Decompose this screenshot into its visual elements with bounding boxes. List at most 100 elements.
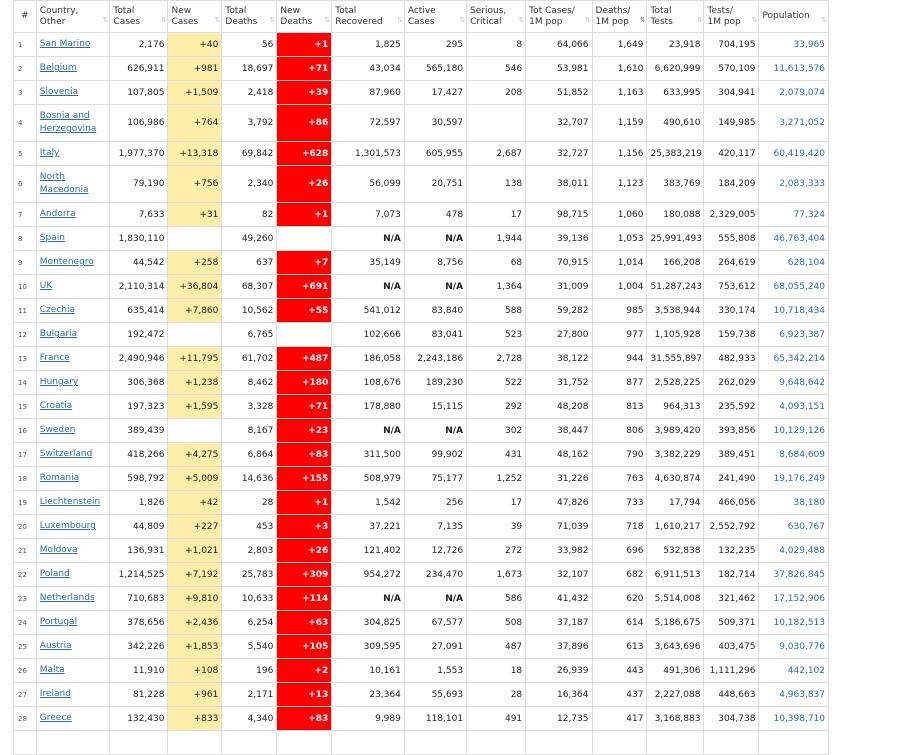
cell-total-cases — [109, 730, 169, 755]
cell-total-recovered: N/A — [331, 586, 405, 611]
country-link[interactable]: Andorra — [40, 209, 76, 219]
cell-serious — [466, 730, 527, 755]
country-link[interactable]: Slovenia — [40, 87, 78, 97]
country-link[interactable]: Montenegro — [40, 257, 94, 267]
cell-tests-per-m: 235,592 — [703, 394, 760, 419]
country-link[interactable]: Romania — [40, 473, 79, 483]
header-label: # — [21, 11, 29, 21]
sort-arrows-icon[interactable]: ⇅ — [269, 15, 275, 26]
header-new-deaths[interactable]: New Deaths ⇅ — [276, 0, 333, 33]
header-active-cases[interactable]: Active Cases ⇅ — [403, 0, 468, 33]
country-link[interactable]: Belgium — [40, 63, 77, 73]
table-row: 19 Liechtenstein 1,826 +42 28 +1 1,542 256 17 47,… — [13, 490, 829, 515]
header-tests-per-m[interactable]: Tests/1M pop ⇅ — [703, 0, 760, 33]
cell-country: Ireland — [35, 682, 111, 707]
cell-serious: 522 — [466, 370, 527, 395]
cell-country: Bulgaria — [35, 322, 111, 347]
country-link[interactable]: Switzerland — [40, 449, 93, 459]
cell-total-tests: 383,769 — [646, 165, 705, 203]
header-serious[interactable]: Serious, Critical ⇅ — [466, 0, 527, 33]
cell-country: Greece — [35, 706, 111, 731]
cell-tests-per-m: 753,612 — [703, 274, 760, 299]
sort-arrows-icon[interactable]: ⇅ — [324, 15, 330, 26]
country-link[interactable]: Greece — [40, 713, 72, 723]
cell-cases-per-m: 38,011 — [525, 165, 593, 203]
header-rank[interactable]: # — [13, 0, 37, 33]
header-total-tests[interactable]: Total Tests ⇅ — [646, 0, 705, 33]
country-link[interactable]: Sweden — [40, 425, 76, 435]
country-link[interactable]: San Marino — [40, 39, 90, 49]
country-link[interactable]: Liechtenstein — [40, 497, 100, 507]
header-row: # Country, Other ⇅ Total Cases ⇅ New Cases ⇅ Total… — [13, 0, 829, 33]
country-link[interactable]: Bosnia and Herzegovina — [40, 111, 97, 134]
country-link[interactable]: Austria — [40, 641, 72, 651]
cell-population: 33,965 — [758, 32, 829, 57]
cell-total-tests — [646, 730, 705, 755]
country-link[interactable]: Poland — [40, 569, 70, 579]
cell-new-cases: +108 — [167, 658, 223, 683]
cell-country: Romania — [35, 466, 111, 491]
country-link[interactable]: Spain — [40, 233, 65, 243]
header-total-recovered[interactable]: Total Recovered ⇅ — [331, 0, 405, 33]
country-link[interactable]: North Macedonia — [40, 172, 89, 195]
cell-population: 17,152,906 — [758, 586, 829, 611]
cell-cases-per-m: 27,800 — [525, 322, 593, 347]
sort-arrows-icon[interactable]: ⇅ — [397, 15, 403, 26]
country-link[interactable]: France — [40, 353, 70, 363]
country-link[interactable]: Ireland — [40, 689, 71, 699]
country-link[interactable]: Hungary — [40, 377, 78, 387]
sort-arrows-icon[interactable]: ⇅ — [518, 15, 524, 26]
cell-total-recovered: 56,099 — [331, 165, 405, 203]
header-total-cases[interactable]: Total Cases ⇅ — [109, 0, 169, 33]
header-country[interactable]: Country, Other ⇅ — [35, 0, 111, 33]
cell-deaths-per-m: 813 — [591, 394, 648, 419]
sort-arrows-icon[interactable]: ⇅ — [161, 15, 167, 26]
cell-serious: 208 — [466, 80, 527, 105]
cell-new-cases: +981 — [167, 56, 223, 81]
header-label-line: Total — [225, 5, 247, 16]
cell-new-deaths: +628 — [276, 141, 333, 166]
country-link[interactable]: Moldova — [40, 545, 78, 555]
sort-arrows-icon[interactable]: ⇅ — [752, 15, 758, 26]
country-link[interactable]: UK — [40, 281, 53, 291]
country-link[interactable]: Netherlands — [40, 593, 95, 603]
sort-arrows-icon[interactable]: ⇅ — [215, 15, 221, 26]
sort-arrows-icon[interactable]: ⇅ — [697, 15, 703, 26]
country-link[interactable]: Bulgaria — [40, 329, 77, 339]
header-label-line: Tot Cases/ — [529, 5, 575, 16]
country-link[interactable]: Croatia — [40, 401, 72, 411]
country-link[interactable]: Luxembourg — [40, 521, 96, 531]
sort-arrows-icon[interactable]: ⇅ — [821, 15, 827, 26]
country-link[interactable]: Malta — [40, 665, 65, 675]
country-link[interactable]: Czechia — [40, 305, 75, 315]
sort-arrows-icon[interactable]: ⇅ — [103, 15, 109, 26]
sort-arrows-icon[interactable]: ⇅ — [585, 15, 591, 26]
cell-population: 68,055,240 — [758, 274, 829, 299]
table-row: 7 Andorra 7,633 +31 82 +1 7,073 478 17 98,715 1,06… — [13, 202, 829, 227]
cell-serious: 1,252 — [466, 466, 527, 491]
cell-total-cases: 106,986 — [109, 104, 169, 142]
sort-arrows-icon[interactable]: ⇅ — [640, 15, 646, 26]
cell-total-cases: 44,542 — [109, 250, 169, 275]
sort-arrows-icon[interactable]: ⇅ — [459, 15, 465, 26]
cell-active-cases: 75,177 — [403, 466, 468, 491]
country-link[interactable]: Italy — [40, 148, 60, 158]
header-population[interactable]: Population ⇅ — [758, 0, 829, 33]
cell-country: Montenegro — [35, 250, 111, 275]
header-cases-per-m[interactable]: Tot Cases/1M pop ⇅ — [525, 0, 593, 33]
cell-new-cases — [167, 322, 223, 347]
cell-active-cases: N/A — [403, 586, 468, 611]
header-deaths-per-m[interactable]: Deaths/1M pop ⇅ — [591, 0, 648, 33]
cell-population: 3,271,052 — [758, 104, 829, 142]
cell-new-cases: +756 — [167, 165, 223, 203]
header-total-deaths[interactable]: Total Deaths ⇅ — [221, 0, 278, 33]
cell-rank: 26 — [13, 658, 37, 683]
country-link[interactable]: Portugal — [40, 617, 77, 627]
cell-cases-per-m: 16,364 — [525, 682, 593, 707]
header-label-line: Cases — [171, 16, 199, 27]
cell-total-recovered: 7,073 — [331, 202, 405, 227]
cell-new-deaths: +83 — [276, 442, 333, 467]
cell-total-tests: 1,610,217 — [646, 514, 705, 539]
header-new-cases[interactable]: New Cases ⇅ — [167, 0, 223, 33]
table-row: 6 North Macedonia 79,190 +756 2,340 +26 56,099… — [13, 165, 829, 203]
